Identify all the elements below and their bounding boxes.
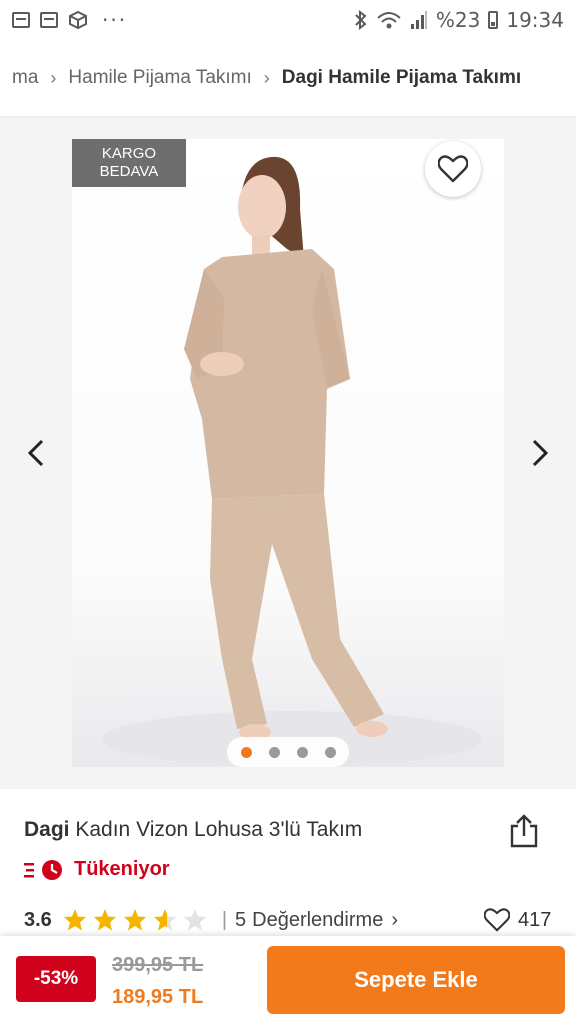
review-label[interactable]: Değerlendirme <box>252 909 383 932</box>
chevron-right-icon: › <box>263 67 270 88</box>
badge-line: BEDAVA <box>99 163 159 180</box>
previous-image-button[interactable] <box>16 433 56 473</box>
product-image[interactable] <box>72 139 504 767</box>
old-price: 399,95 TL <box>112 954 204 976</box>
bottom-bar: -53% 399,95 TL 189,95 TL Sepete Ekle <box>0 936 576 1024</box>
breadcrumb-current[interactable]: Dagi Hamile Pijama Takımı <box>276 67 527 89</box>
pager-dot[interactable] <box>240 746 252 758</box>
box-icon <box>69 10 87 30</box>
breadcrumb-item[interactable]: ma <box>6 67 44 89</box>
heart-icon <box>438 155 468 183</box>
favorite-count-value: 417 <box>518 908 552 931</box>
stock-status-text: Tükeniyor <box>74 858 170 880</box>
chevron-right-icon: › <box>50 67 57 88</box>
battery-icon <box>488 11 499 29</box>
chevron-right-icon: › <box>391 908 398 931</box>
running-out-icon <box>24 859 62 880</box>
more-notifications-icon: ··· <box>102 8 128 32</box>
clock: 19:34 <box>506 8 564 32</box>
chevron-right-icon <box>532 439 549 467</box>
badge-line: KARGO <box>101 145 157 162</box>
breadcrumb-item[interactable]: Hamile Pijama Takımı <box>62 67 257 89</box>
product-title: Dagi Kadın Vizon Lohusa 3'lü Takım <box>24 818 362 842</box>
stock-status: Tükeniyor <box>24 858 170 881</box>
star-rating <box>62 908 208 932</box>
rating-row[interactable]: 3.6 | 5 Değerlendirme › <box>24 908 398 932</box>
rating-score: 3.6 <box>24 908 52 931</box>
star-icon <box>153 909 176 931</box>
product-gallery[interactable]: KARGO BEDAVA <box>0 117 576 789</box>
share-button[interactable] <box>508 814 540 848</box>
star-icon <box>183 909 206 931</box>
chevron-left-icon <box>27 439 44 467</box>
star-icon <box>123 909 146 931</box>
brand-name[interactable]: Dagi <box>24 818 70 841</box>
wifi-icon <box>377 12 401 29</box>
breadcrumb: ma › Hamile Pijama Takımı › Dagi Hamile … <box>0 40 576 117</box>
discount-badge: -53% <box>16 956 96 1002</box>
next-image-button[interactable] <box>520 433 560 473</box>
heart-icon <box>484 908 510 932</box>
free-shipping-badge: KARGO BEDAVA <box>72 139 186 187</box>
signal-icon <box>410 11 427 29</box>
status-bar: ··· %23 19:34 <box>0 0 576 40</box>
calendar-icon <box>40 12 58 28</box>
bluetooth-icon <box>355 10 367 30</box>
current-price: 189,95 TL <box>112 986 204 1008</box>
star-icon <box>63 909 86 931</box>
pager-dot[interactable] <box>268 746 280 758</box>
favorite-button[interactable] <box>425 141 481 197</box>
image-pager <box>227 737 349 767</box>
divider: | <box>221 908 228 931</box>
calendar-icon <box>12 12 30 28</box>
favorite-count[interactable]: 417 <box>484 908 551 932</box>
star-icon <box>93 909 116 931</box>
battery-percent: %23 <box>435 8 481 32</box>
product-info: Dagi Kadın Vizon Lohusa 3'lü Takım Tüken… <box>0 790 576 936</box>
share-icon <box>510 814 538 848</box>
pager-dot[interactable] <box>296 746 308 758</box>
add-to-cart-button[interactable]: Sepete Ekle <box>267 946 565 1014</box>
product-name: Kadın Vizon Lohusa 3'lü Takım <box>75 818 363 841</box>
review-count: 5 <box>235 908 247 931</box>
model-figure <box>102 156 482 767</box>
pager-dot[interactable] <box>324 746 336 758</box>
